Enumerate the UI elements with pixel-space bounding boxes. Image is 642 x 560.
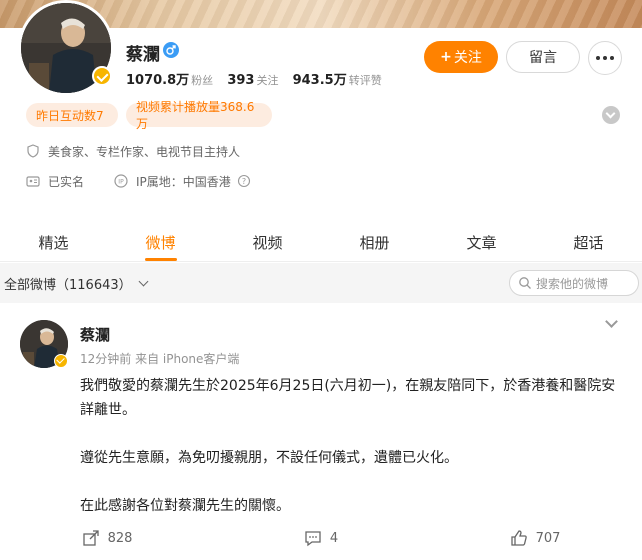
tab-featured[interactable]: 精选 (0, 222, 107, 261)
post-actions: 828 4 707 (0, 524, 642, 552)
interactions-count: 943.5万 (292, 73, 347, 88)
post-paragraph: 遵從先生意願，為免叨擾親朋，不設任何儀式，遺體已火化。 (80, 450, 458, 466)
like-button[interactable]: 707 (428, 524, 642, 552)
search-placeholder: 搜索他的微博 (536, 276, 609, 291)
tab-albums[interactable]: 相册 (321, 222, 428, 261)
yesterday-interactions-badge[interactable]: 昨日互动数7 (26, 103, 118, 127)
follow-button-label: 关注 (453, 50, 482, 66)
tab-super-topics[interactable]: 超话 (535, 222, 642, 261)
message-button[interactable]: 留言 (506, 41, 580, 73)
followers-count[interactable]: 1070.8万 (126, 73, 189, 88)
post-menu-chevron-icon[interactable] (605, 315, 618, 328)
tab-videos[interactable]: 视频 (214, 222, 321, 261)
comment-button[interactable]: 4 (214, 524, 428, 552)
id-card-icon (26, 174, 40, 188)
ellipsis-icon (596, 56, 600, 60)
following-count[interactable]: 393 (227, 73, 254, 88)
profile-name: 蔡瀾 (126, 45, 160, 65)
svg-text:IP: IP (118, 179, 124, 186)
ip-location-icon: IP (114, 174, 128, 188)
thumbs-up-icon (510, 529, 528, 547)
search-icon (518, 276, 532, 290)
ip-location: IP属地：中国香港 (136, 174, 231, 189)
profile-description: 美食家、专栏作家、电视节目主持人 (48, 144, 241, 159)
tab-weibo[interactable]: 微博 (107, 222, 214, 261)
expand-chevron-icon[interactable] (602, 106, 620, 124)
comment-count: 4 (329, 530, 339, 546)
tab-articles[interactable]: 文章 (428, 222, 535, 261)
search-input[interactable]: 搜索他的微博 (509, 270, 639, 296)
share-icon (82, 529, 100, 547)
svg-text:?: ? (242, 177, 246, 186)
shield-icon (26, 144, 40, 158)
post-content: 我們敬愛的蔡瀾先生於2025年6月25日(六月初一)，在親友陪同下，於香港養和醫… (80, 374, 626, 542)
interactions-label: 转评赞 (348, 74, 382, 87)
follow-button[interactable]: + 关注 (424, 41, 498, 73)
profile-identity-row: 已实名 IP IP属地：中国香港 ? (26, 172, 259, 190)
chevron-down-icon[interactable] (138, 276, 149, 287)
plus-icon: + (440, 49, 452, 65)
male-symbol-icon (163, 42, 179, 58)
post-timestamp-source: 12分钟前 来自 iPhone客户端 (80, 352, 240, 366)
followers-label: 粉丝 (191, 74, 214, 87)
post-paragraph: 我們敬愛的蔡瀾先生於2025年6月25日(六月初一)，在親友陪同下，於香港養和醫… (80, 378, 616, 418)
help-circle-icon[interactable]: ? (237, 174, 251, 188)
verified-badge-icon (54, 354, 68, 368)
more-options-button[interactable] (588, 41, 622, 75)
post-filter-dropdown[interactable]: 全部微博（116643） (4, 274, 132, 293)
post-author-name[interactable]: 蔡瀾 (80, 324, 110, 345)
comment-icon (304, 529, 322, 547)
repost-button[interactable]: 828 (0, 524, 214, 552)
repost-count: 828 (107, 530, 133, 546)
profile-stats: 1070.8万 粉丝 393 关注 943.5万 转评赞 (126, 69, 392, 88)
real-name-status: 已实名 (48, 174, 85, 189)
video-views-badge[interactable]: 视频累计播放量368.6万 (126, 100, 272, 131)
like-count: 707 (535, 530, 561, 546)
post-paragraph: 在此感謝各位對蔡瀾先生的關懷。 (80, 498, 290, 514)
following-label: 关注 (256, 74, 279, 87)
profile-description-row: 美食家、专栏作家、电视节目主持人 (26, 142, 240, 160)
profile-tabs: 精选 微博 视频 相册 文章 超话 (0, 222, 642, 262)
verified-badge-icon (92, 66, 112, 86)
